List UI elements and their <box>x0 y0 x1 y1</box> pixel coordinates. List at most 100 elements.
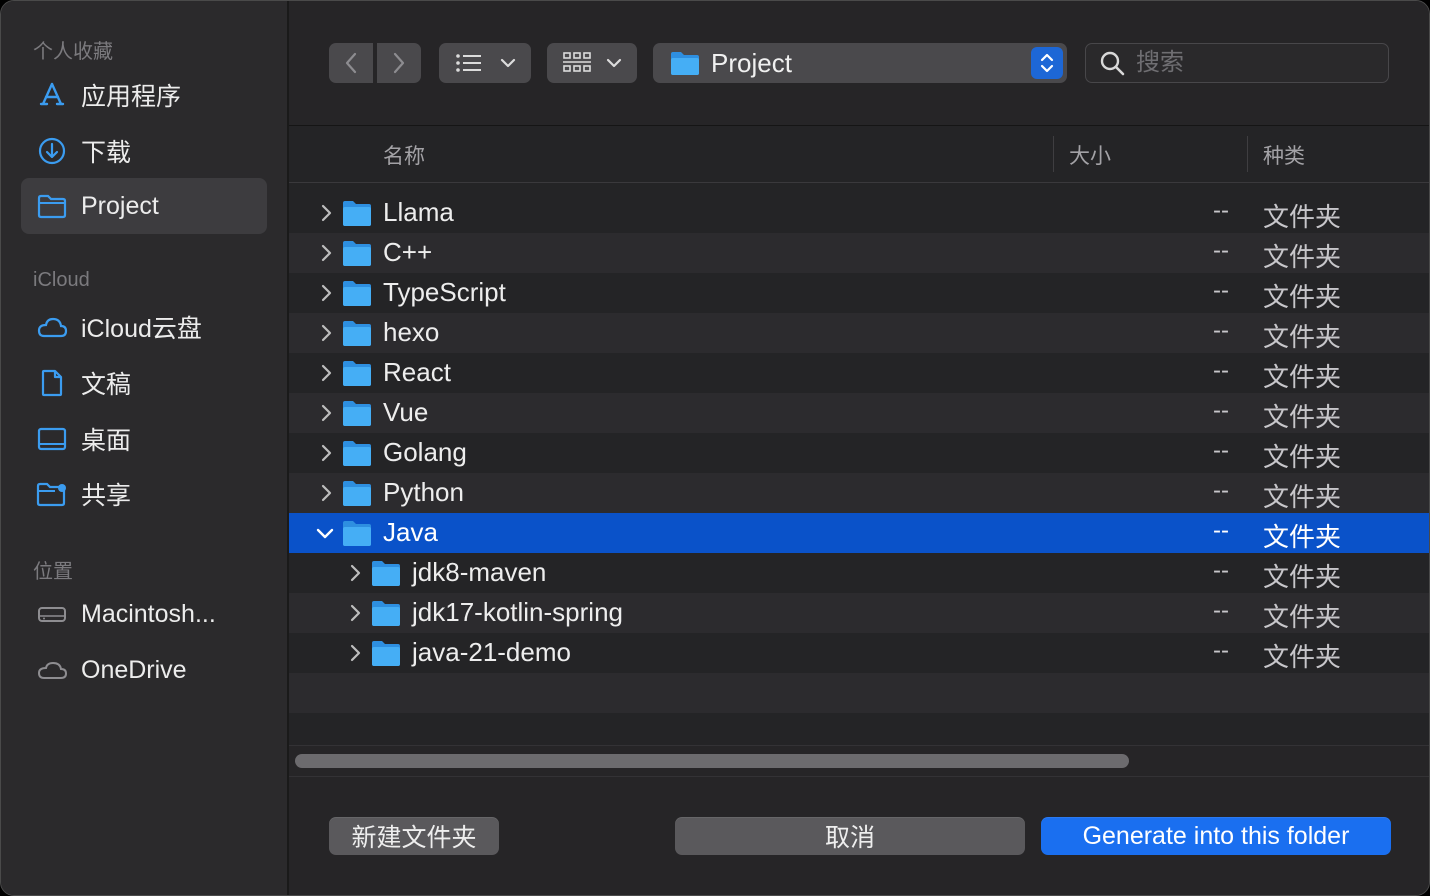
file-kind: 文件夹 <box>1263 562 1342 592</box>
file-kind: 文件夹 <box>1263 522 1342 552</box>
file-name: Vue <box>383 397 429 427</box>
grid-view-icon <box>563 52 591 72</box>
sidebar-item-shared[interactable]: 共享 <box>21 466 267 522</box>
file-row[interactable]: TypeScript -- 文件夹 <box>289 273 1429 313</box>
file-name: Python <box>383 477 464 507</box>
file-kind: 文件夹 <box>1263 442 1342 472</box>
file-size: -- <box>1213 357 1229 384</box>
file-name: java-21-demo <box>412 637 571 667</box>
chevron-right-icon[interactable] <box>346 601 366 625</box>
sidebar-item-label: 共享 <box>81 482 132 510</box>
folder-icon <box>671 52 699 75</box>
view-list-menu[interactable] <box>439 43 531 83</box>
chevron-right-icon[interactable] <box>317 481 337 505</box>
folder-icon <box>343 321 371 346</box>
chevron-right-icon[interactable] <box>317 441 337 465</box>
chevron-right-icon[interactable] <box>317 401 337 425</box>
generate-button[interactable]: Generate into this folder <box>1041 817 1391 855</box>
sidebar-item-label: 应用程序 <box>81 83 182 111</box>
sidebar-section-locations: 位置 <box>33 561 73 583</box>
sidebar-item-project[interactable]: Project <box>21 178 267 234</box>
cancel-button[interactable]: 取消 <box>675 817 1025 855</box>
sidebar-section-favorites: 个人收藏 <box>33 41 113 63</box>
file-name: TypeScript <box>383 277 506 307</box>
chevron-down-icon <box>606 58 622 68</box>
sidebar-item-icloud-drive[interactable]: iCloud云盘 <box>21 299 267 355</box>
chevron-right-icon[interactable] <box>346 641 366 665</box>
sidebar-item-downloads[interactable]: 下载 <box>21 123 267 179</box>
chevron-down-icon[interactable] <box>315 521 335 545</box>
document-icon <box>35 366 69 400</box>
sidebar-item-onedrive[interactable]: OneDrive <box>21 642 267 698</box>
group-view-menu[interactable] <box>547 43 637 83</box>
path-popup[interactable]: Project <box>653 43 1067 83</box>
empty-row <box>289 673 1429 713</box>
file-size: -- <box>1213 397 1229 424</box>
file-row-selected[interactable]: Java -- 文件夹 <box>289 513 1429 553</box>
search-icon <box>1100 51 1125 76</box>
sidebar-item-desktop[interactable]: 桌面 <box>21 411 267 467</box>
folder-icon <box>343 201 371 226</box>
sidebar: 个人收藏 应用程序 下载 Project iCloud iCloud云盘 文稿 … <box>1 1 289 895</box>
column-kind[interactable]: 种类 <box>1263 140 1305 170</box>
chevron-left-icon <box>345 52 357 74</box>
back-button[interactable] <box>329 43 373 83</box>
chevron-right-icon[interactable] <box>346 561 366 585</box>
file-list: Llama -- 文件夹 C++ -- 文件夹 TypeScript -- 文件… <box>289 193 1429 745</box>
chevron-right-icon[interactable] <box>317 321 337 345</box>
column-size[interactable]: 大小 <box>1069 140 1111 170</box>
chevron-right-icon[interactable] <box>317 241 337 265</box>
file-row[interactable]: hexo -- 文件夹 <box>289 313 1429 353</box>
file-row[interactable]: jdk8-maven -- 文件夹 <box>289 553 1429 593</box>
chevron-down-icon <box>500 58 516 68</box>
chevron-right-icon[interactable] <box>317 281 337 305</box>
file-row[interactable]: C++ -- 文件夹 <box>289 233 1429 273</box>
folder-icon <box>343 481 371 506</box>
sidebar-item-label: 文稿 <box>81 371 132 399</box>
sidebar-item-documents[interactable]: 文稿 <box>21 355 267 411</box>
chevron-right-icon[interactable] <box>317 201 337 225</box>
icloud-icon <box>35 310 69 344</box>
folder-icon <box>343 281 371 306</box>
file-row[interactable]: java-21-demo -- 文件夹 <box>289 633 1429 673</box>
horizontal-scrollbar[interactable] <box>289 745 1429 777</box>
cloud-icon <box>35 653 69 687</box>
file-size: -- <box>1213 477 1229 504</box>
column-divider[interactable] <box>1053 136 1054 172</box>
file-row[interactable]: jdk17-kotlin-spring -- 文件夹 <box>289 593 1429 633</box>
file-name: Java <box>383 517 438 547</box>
file-chooser-dialog: 个人收藏 应用程序 下载 Project iCloud iCloud云盘 文稿 … <box>0 0 1430 896</box>
file-size: -- <box>1213 237 1229 264</box>
search-input[interactable] <box>1134 48 1378 78</box>
forward-button[interactable] <box>377 43 421 83</box>
path-popup-label: Project <box>711 47 792 78</box>
sidebar-item-label: Project <box>81 191 159 220</box>
file-row[interactable]: Python -- 文件夹 <box>289 473 1429 513</box>
file-name: C++ <box>383 237 433 267</box>
search-field[interactable] <box>1085 43 1389 83</box>
column-name[interactable]: 名称 <box>383 140 425 170</box>
sidebar-item-label: iCloud云盘 <box>81 315 202 343</box>
file-name: hexo <box>383 317 440 347</box>
desktop-icon <box>35 422 69 456</box>
sidebar-item-label: 下载 <box>81 139 132 167</box>
file-row[interactable]: Golang -- 文件夹 <box>289 433 1429 473</box>
file-size: -- <box>1213 317 1229 344</box>
sidebar-item-applications[interactable]: 应用程序 <box>21 67 267 123</box>
file-name: Golang <box>383 437 467 467</box>
scrollbar-thumb[interactable] <box>295 754 1129 768</box>
sidebar-item-label: 桌面 <box>81 427 132 455</box>
file-kind: 文件夹 <box>1263 602 1342 632</box>
folder-icon <box>343 521 371 546</box>
chevron-right-icon[interactable] <box>317 361 337 385</box>
file-row[interactable]: React -- 文件夹 <box>289 353 1429 393</box>
file-size: -- <box>1213 277 1229 304</box>
column-divider[interactable] <box>1247 136 1248 172</box>
new-folder-button[interactable]: 新建文件夹 <box>329 817 499 855</box>
file-row[interactable]: Llama -- 文件夹 <box>289 193 1429 233</box>
sidebar-item-label: OneDrive <box>81 655 187 684</box>
sidebar-item-macintosh[interactable]: Macintosh... <box>21 586 267 642</box>
folder-icon <box>372 601 400 626</box>
file-size: -- <box>1213 557 1229 584</box>
file-row[interactable]: Vue -- 文件夹 <box>289 393 1429 433</box>
